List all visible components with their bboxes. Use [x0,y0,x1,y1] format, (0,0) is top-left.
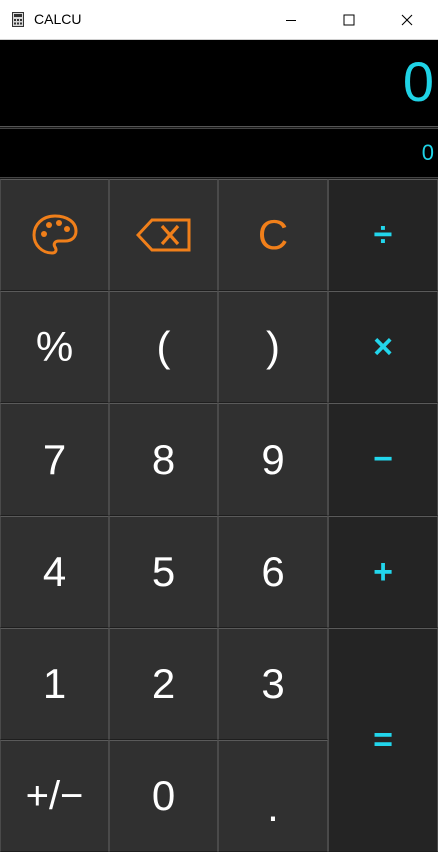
two-button[interactable]: 2 [109,628,218,740]
title-bar: CALCU [0,0,438,40]
expression-value: 0 [421,140,434,165]
calculator-app-icon [12,12,24,27]
percent-button[interactable]: % [0,291,109,403]
six-button[interactable]: 6 [218,516,328,628]
main-display: 0 [0,40,438,127]
three-button[interactable]: 3 [218,628,328,740]
close-icon [401,14,413,25]
backspace-icon [135,218,190,252]
equals-button[interactable]: = [328,628,438,852]
maximize-button[interactable] [320,0,378,39]
maximize-icon [343,14,355,25]
multiply-button[interactable]: × [328,291,438,403]
plus-button[interactable]: + [328,516,438,628]
close-button[interactable] [378,0,436,39]
one-button[interactable]: 1 [0,628,109,740]
window-title: CALCU [34,11,82,27]
clear-button[interactable]: C [218,179,328,291]
five-button[interactable]: 5 [109,516,218,628]
palette-icon [32,214,77,255]
minimize-icon [286,19,296,21]
seven-button[interactable]: 7 [0,403,109,516]
open-paren-button[interactable]: ( [109,291,218,403]
close-paren-button[interactable]: ) [218,291,328,403]
minimize-button[interactable] [262,0,320,39]
keypad: C ÷ % ( ) × 7 8 9 − 4 5 6 + 1 2 3 = +/− … [0,179,438,852]
nine-button[interactable]: 9 [218,403,328,516]
backspace-button[interactable] [109,179,218,291]
result-value: 0 [402,50,434,113]
four-button[interactable]: 4 [0,516,109,628]
theme-button[interactable] [0,179,109,291]
divide-button[interactable]: ÷ [328,179,438,291]
negate-button[interactable]: +/− [0,740,109,852]
decimal-button[interactable]: . [218,740,328,852]
expression-display: 0 [0,128,438,178]
calculator-window: CALCU 0 0 C ÷ % () × 7 8 9 − 4 5 6 + 1 … [0,0,438,852]
eight-button[interactable]: 8 [109,403,218,516]
zero-button[interactable]: 0 [109,740,218,852]
minus-button[interactable]: − [328,403,438,516]
